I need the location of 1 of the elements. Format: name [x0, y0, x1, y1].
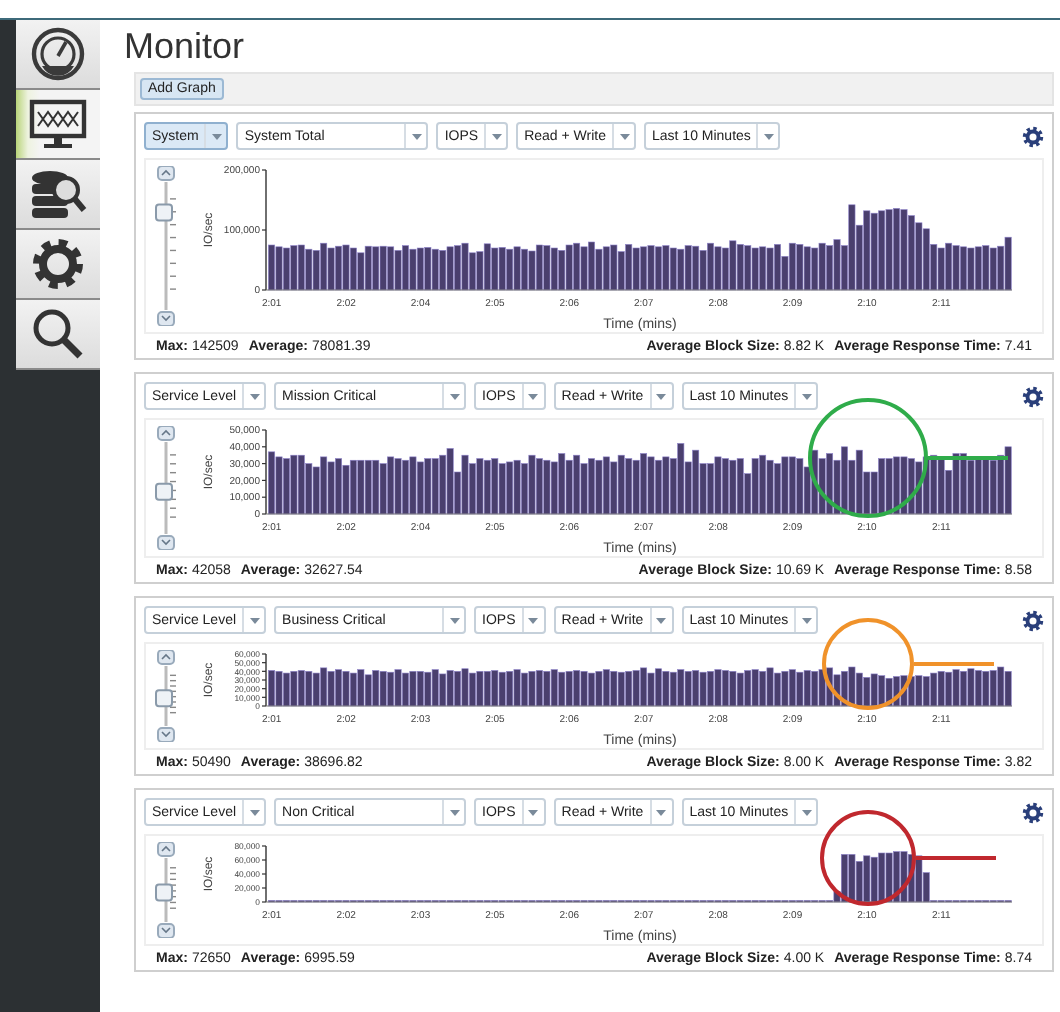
page-title: Monitor — [124, 24, 247, 70]
